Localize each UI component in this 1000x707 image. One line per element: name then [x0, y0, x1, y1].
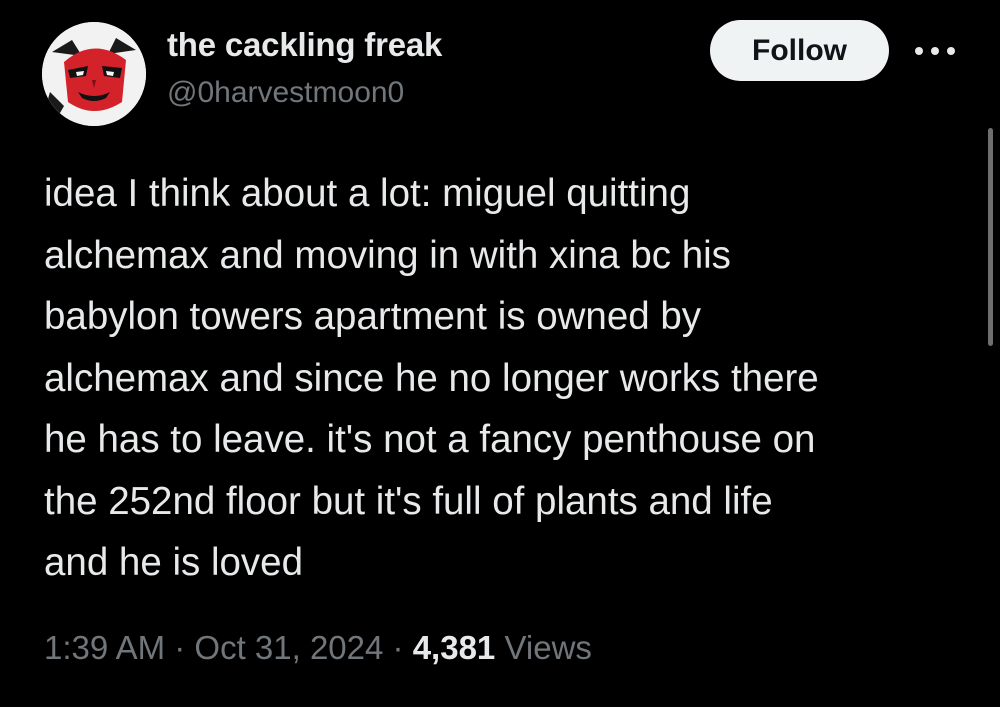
author-handle[interactable]: @0harvestmoon0: [167, 76, 404, 110]
tweet-text-line: alchemax and since he no longer works th…: [44, 356, 819, 400]
tweet-date[interactable]: Oct 31, 2024: [194, 629, 383, 666]
red-masked-face-avatar-icon: [42, 22, 146, 126]
tweet-text-line: and he is loved: [44, 541, 303, 584]
views-count[interactable]: 4,381: [413, 629, 496, 666]
tweet-card: the cackling freak @0harvestmoon0 Follow…: [0, 0, 1000, 707]
tweet-text-line: idea I think about a lot: miguel quittin…: [44, 172, 691, 215]
author-display-name[interactable]: the cackling freak: [167, 26, 442, 64]
tweet-text-line: he has to leave. it's not a fancy pentho…: [44, 418, 816, 461]
tweet-text: idea I think about a lot: miguel quittin…: [44, 163, 964, 594]
more-horizontal-icon: [915, 47, 955, 55]
follow-button[interactable]: Follow: [710, 20, 889, 81]
more-options-button[interactable]: [910, 36, 960, 66]
tweet-time[interactable]: 1:39 AM: [44, 629, 165, 666]
tweet-text-line: the 252nd floor but it's full of plants …: [44, 479, 773, 523]
scrollbar[interactable]: [988, 128, 993, 346]
tweet-text-line: alchemax and moving in with xina bc his: [44, 233, 731, 277]
tweet-text-line: babylon towers apartment is owned by: [44, 295, 702, 338]
views-label: Views: [495, 629, 592, 666]
avatar[interactable]: [42, 22, 146, 126]
meta-separator: ·: [383, 629, 413, 666]
meta-separator: ·: [165, 629, 195, 666]
tweet-meta: 1:39 AM · Oct 31, 2024 · 4,381 Views: [44, 629, 592, 667]
